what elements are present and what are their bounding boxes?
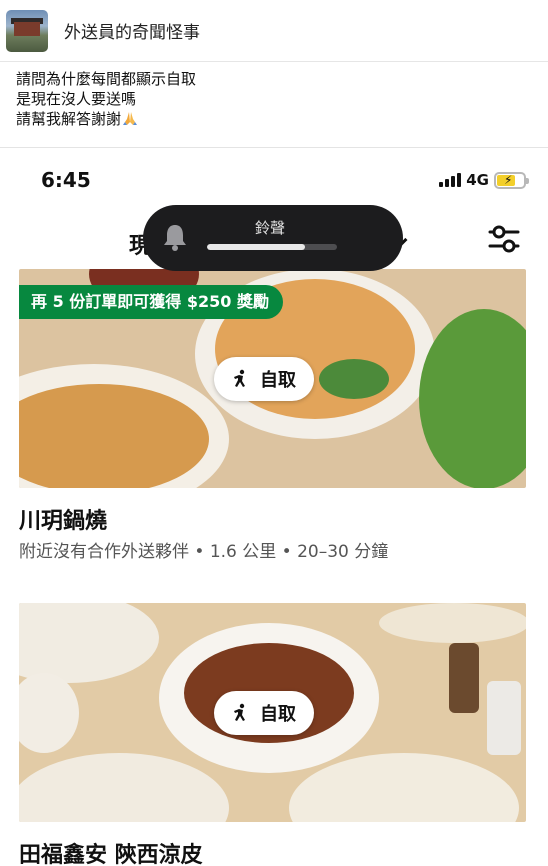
ringer-label: 鈴聲 xyxy=(255,219,286,237)
post-line-2: 是現在沒人要送嗎 xyxy=(16,90,137,108)
ringer-volume-fill xyxy=(207,244,305,250)
pickup-badge: 自取 xyxy=(214,691,314,735)
food-bowl xyxy=(289,753,519,822)
restaurant-image[interactable]: 自取 xyxy=(19,603,526,822)
status-indicators: 4G ⚡ xyxy=(439,170,529,190)
phone-screenshot: 6:45 4G ⚡ 現 鈴聲 再 5 份訂單即可獲得 $250 獎勵 自取 川玥… xyxy=(0,148,548,866)
pray-icon xyxy=(123,112,138,125)
food-greens xyxy=(319,359,389,399)
status-time: 6:45 xyxy=(41,168,91,192)
post-line-3-text: 請幫我解答謝謝 xyxy=(16,110,122,128)
pepper-shaker xyxy=(449,643,479,713)
restaurant-name[interactable]: 田福鑫安 陝西涼皮 xyxy=(19,837,203,866)
restaurant-name[interactable]: 川玥鍋燒 xyxy=(19,503,107,535)
bell-icon xyxy=(164,225,186,251)
restaurant-image[interactable]: 再 5 份訂單即可獲得 $250 獎勵 自取 xyxy=(19,269,526,488)
walking-person-icon xyxy=(234,703,245,721)
post-line-1: 請問為什麼每間都顯示自取 xyxy=(16,70,197,88)
food-bowl xyxy=(379,603,526,643)
food-garnish xyxy=(419,309,526,488)
group-header: 外送員的奇聞怪事 xyxy=(0,0,548,62)
salt-shaker xyxy=(487,681,521,755)
group-title[interactable]: 外送員的奇聞怪事 xyxy=(64,18,200,43)
filter-icon[interactable] xyxy=(488,224,520,254)
group-avatar[interactable] xyxy=(6,10,48,52)
restaurant-meta: 附近沒有合作外送夥伴 • 1.6 公里 • 20–30 分鐘 xyxy=(19,542,389,562)
pickup-label: 自取 xyxy=(260,370,296,391)
walking-person-icon xyxy=(234,369,245,387)
post-line-3: 請幫我解答謝謝 xyxy=(16,109,196,129)
food-plate xyxy=(19,603,159,683)
post-body: 請問為什麼每間都顯示自取 是現在沒人要送嗎 請幫我解答謝謝 xyxy=(16,69,196,129)
pickup-label: 自取 xyxy=(260,704,296,725)
pickup-badge: 自取 xyxy=(214,357,314,401)
battery-icon: ⚡ xyxy=(494,171,529,189)
ringer-volume-track xyxy=(207,244,337,250)
food-plate xyxy=(19,753,229,822)
promo-badge: 再 5 份訂單即可獲得 $250 獎勵 xyxy=(19,285,283,319)
signal-icon xyxy=(439,173,462,187)
avatar-building xyxy=(14,22,40,36)
ringer-overlay: 鈴聲 xyxy=(143,205,403,271)
network-type: 4G xyxy=(466,171,489,189)
food-sauce xyxy=(19,673,79,753)
